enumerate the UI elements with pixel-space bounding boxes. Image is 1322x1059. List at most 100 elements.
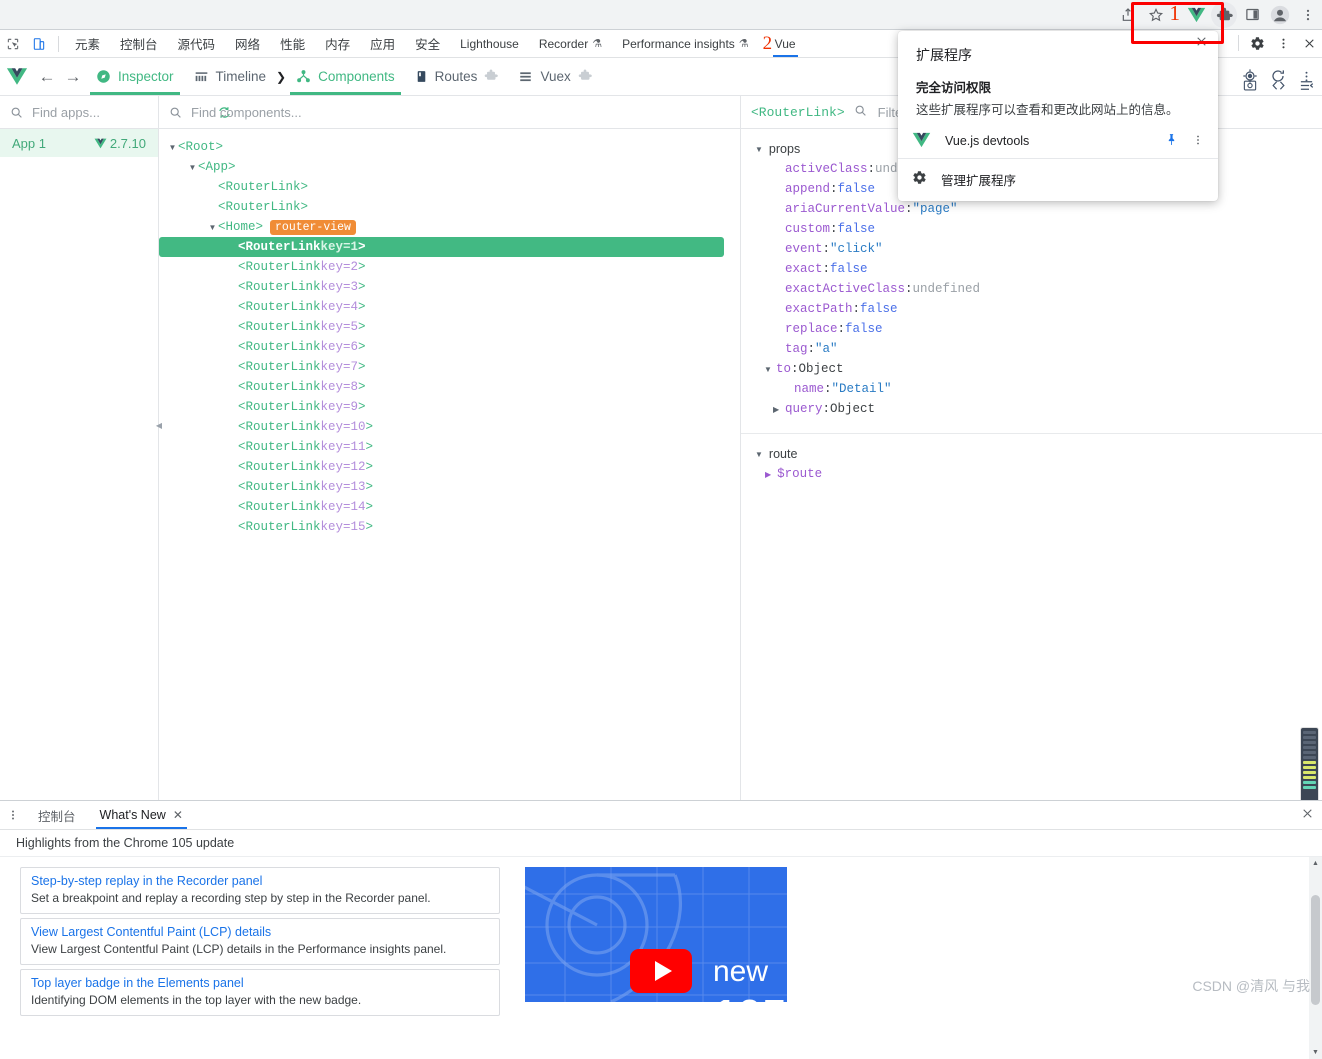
whats-new-card[interactable]: Top layer badge in the Elements panel Ide… xyxy=(20,969,500,1016)
vue-tab-vuex[interactable]: Vuex xyxy=(508,59,601,95)
scroll-down-arrow-icon[interactable]: ▼ xyxy=(1309,1046,1322,1059)
whats-new-card[interactable]: View Largest Contentful Paint (LCP) deta… xyxy=(20,918,500,965)
manage-extensions-row[interactable]: 管理扩展程序 xyxy=(898,159,1218,199)
tree-node[interactable]: <RouterLink key=3 > xyxy=(159,277,740,297)
inspector-value[interactable]: undefined xyxy=(913,282,981,296)
tab-elements[interactable]: 元素 xyxy=(65,31,110,57)
inspector-row[interactable]: ▶ $route xyxy=(741,464,1322,484)
tree-node[interactable]: ▼ <Root> xyxy=(159,137,740,157)
settings-gear-icon[interactable] xyxy=(1244,30,1270,56)
chevron-down-icon[interactable]: ▼ xyxy=(755,145,763,154)
vue-tab-timeline[interactable]: Timeline xyxy=(184,59,277,95)
side-panel-icon[interactable] xyxy=(1238,1,1266,29)
devtools-more-icon[interactable] xyxy=(1270,30,1296,56)
vue-extension-icon[interactable] xyxy=(1182,1,1210,29)
tree-node[interactable]: <RouterLink> xyxy=(159,177,740,197)
bookmark-star-icon[interactable] xyxy=(1142,1,1170,29)
vue-tab-components[interactable]: Components xyxy=(286,59,405,95)
tree-node[interactable]: <RouterLink key=2 > xyxy=(159,257,740,277)
inspector-row[interactable]: exactActiveClass: undefined xyxy=(741,279,1322,299)
vue-tab-inspector[interactable]: Inspector xyxy=(86,59,184,95)
tree-node[interactable]: ▼ <App> xyxy=(159,157,740,177)
section-header[interactable]: ▼ route xyxy=(741,444,1322,464)
tree-node[interactable]: <RouterLink key=12 > xyxy=(159,457,740,477)
inspector-value[interactable]: "click" xyxy=(830,242,883,256)
tree-node[interactable]: <RouterLink key=8 > xyxy=(159,377,740,397)
inspector-row[interactable]: exactPath: false xyxy=(741,299,1322,319)
tab-console[interactable]: 控制台 xyxy=(110,31,168,57)
scroll-up-arrow-icon[interactable]: ▲ xyxy=(1309,857,1322,870)
inspector-value[interactable]: Object xyxy=(830,402,875,416)
find-components-input[interactable] xyxy=(189,103,730,121)
inspector-row[interactable]: ▼ to: Object xyxy=(741,359,1322,379)
chevron-down-icon[interactable]: ▼ xyxy=(167,143,178,152)
inspector-value[interactable]: false xyxy=(860,302,898,316)
inspector-value[interactable]: "Detail" xyxy=(832,382,892,396)
chevron-down-icon[interactable]: ▼ xyxy=(764,365,776,374)
tab-vue[interactable]: 2 Vue xyxy=(759,31,806,57)
drawer-more-icon[interactable] xyxy=(0,809,26,821)
inspector-row[interactable]: ▶ query: Object xyxy=(741,399,1322,419)
tab-application[interactable]: 应用 xyxy=(360,31,405,57)
inspector-row[interactable]: ariaCurrentValue: "page" xyxy=(741,199,1322,219)
tree-node[interactable]: <RouterLink key=13 > xyxy=(159,477,740,497)
tree-node[interactable]: <RouterLink key=14 > xyxy=(159,497,740,517)
screenshot-icon[interactable] xyxy=(1238,73,1262,97)
nav-back-button[interactable]: ← xyxy=(34,64,60,90)
tree-node[interactable]: <RouterLink key=11 > xyxy=(159,437,740,457)
chevron-down-icon[interactable]: ▼ xyxy=(755,450,763,459)
chevron-down-icon[interactable]: ▼ xyxy=(187,163,198,172)
tree-node[interactable]: <RouterLink key=6 > xyxy=(159,337,740,357)
device-toolbar-icon[interactable] xyxy=(26,31,52,57)
drawer-tab-whats-new[interactable]: What's New ✕ xyxy=(88,802,195,829)
share-icon[interactable] xyxy=(1114,1,1142,29)
inspector-value[interactable]: "page" xyxy=(913,202,958,216)
extensions-puzzle-icon[interactable] xyxy=(1210,1,1238,29)
whats-new-card-title[interactable]: Step-by-step replay in the Recorder pane… xyxy=(31,874,489,888)
tree-node[interactable]: <RouterLink> xyxy=(159,197,740,217)
chevron-right-icon[interactable]: ▶ xyxy=(773,405,785,414)
scrollbar-thumb[interactable] xyxy=(1311,895,1320,1005)
kebab-icon[interactable] xyxy=(1192,134,1204,149)
whats-new-card-title[interactable]: View Largest Contentful Paint (LCP) deta… xyxy=(31,925,489,939)
profile-avatar-icon[interactable] xyxy=(1266,1,1294,29)
collapse-sidebar-handle[interactable]: ◀ xyxy=(154,414,164,436)
code-icon[interactable] xyxy=(1266,73,1290,97)
app-list-item[interactable]: App 1 2.7.10 xyxy=(0,129,158,157)
inspector-row[interactable]: custom: false xyxy=(741,219,1322,239)
close-icon[interactable]: ✕ xyxy=(173,808,183,822)
drawer-tab-console[interactable]: 控制台 xyxy=(26,802,88,829)
chevron-down-icon[interactable]: ▼ xyxy=(207,223,218,232)
whats-new-card-title[interactable]: Top layer badge in the Elements panel xyxy=(31,976,489,990)
tab-performance-insights[interactable]: Performance insights ⚗ xyxy=(612,31,759,57)
tree-node[interactable]: <RouterLink key=10 > xyxy=(159,417,740,437)
inspector-row[interactable]: replace: false xyxy=(741,319,1322,339)
tab-sources[interactable]: 源代码 xyxy=(168,31,226,57)
drawer-scrollbar[interactable]: ▲ ▼ xyxy=(1309,857,1322,1059)
tab-security[interactable]: 安全 xyxy=(405,31,450,57)
collapse-all-icon[interactable] xyxy=(1294,73,1318,97)
youtube-play-icon[interactable] xyxy=(630,949,692,993)
inspector-row[interactable]: event: "click" xyxy=(741,239,1322,259)
chevron-right-icon[interactable]: ▶ xyxy=(765,470,771,479)
tab-lighthouse[interactable]: Lighthouse xyxy=(450,31,529,57)
inspector-value[interactable]: Object xyxy=(799,362,844,376)
inspector-value[interactable]: "a" xyxy=(815,342,838,356)
whats-new-card[interactable]: Step-by-step replay in the Recorder pane… xyxy=(20,867,500,914)
tab-performance[interactable]: 性能 xyxy=(270,31,315,57)
inspector-value[interactable]: false xyxy=(830,262,868,276)
tree-node[interactable]: <RouterLink key=15 > xyxy=(159,517,740,537)
inspect-element-icon[interactable] xyxy=(0,31,26,57)
chrome-menu-icon[interactable] xyxy=(1294,1,1322,29)
tree-node[interactable]: <RouterLink key=7 > xyxy=(159,357,740,377)
tab-network[interactable]: 网络 xyxy=(225,31,270,57)
nav-forward-button[interactable]: → xyxy=(60,64,86,90)
tree-node[interactable]: <RouterLink key=1 > xyxy=(159,237,724,257)
inspector-row[interactable]: name: "Detail" xyxy=(741,379,1322,399)
inspector-value[interactable]: false xyxy=(838,182,876,196)
inspector-minimap[interactable] xyxy=(1301,728,1318,803)
vue-tab-routes[interactable]: Routes xyxy=(405,59,509,95)
whats-new-video-thumbnail[interactable]: new 105 xyxy=(525,867,787,1002)
extension-list-item[interactable]: Vue.js devtools xyxy=(898,124,1218,158)
tree-node[interactable]: <RouterLink key=4 > xyxy=(159,297,740,317)
